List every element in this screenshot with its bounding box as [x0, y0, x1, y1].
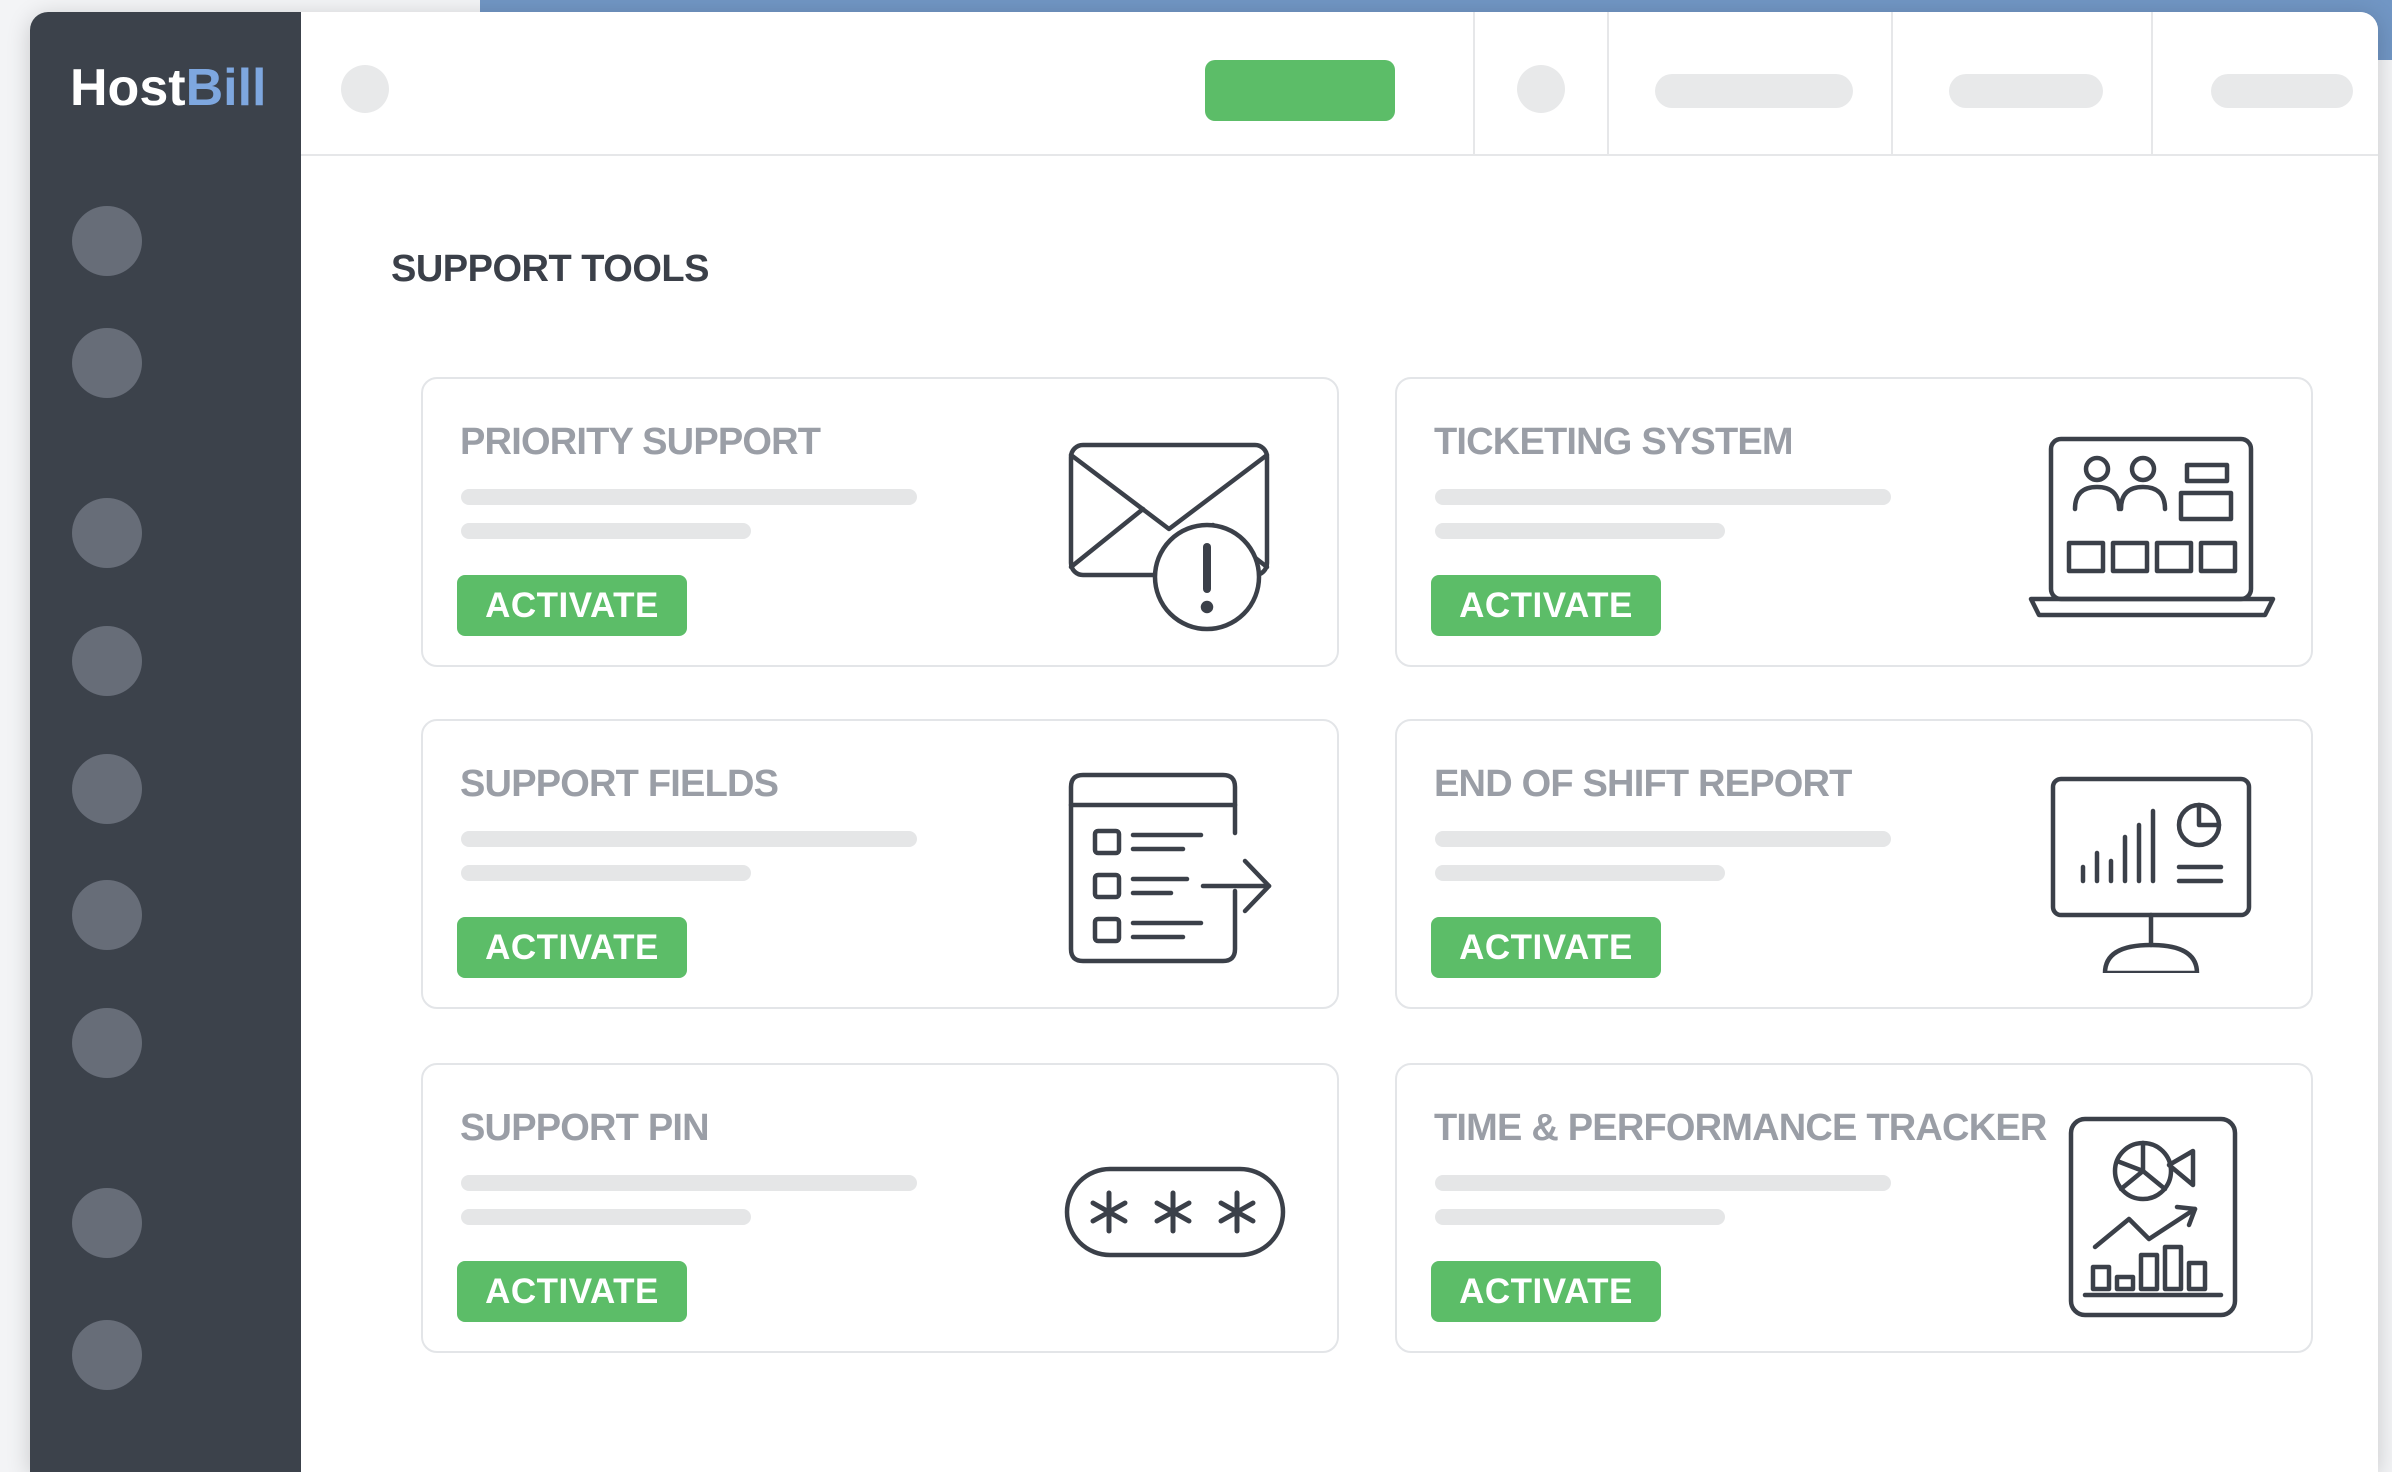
activate-ticketing-system-button[interactable]: ACTIVATE	[1431, 575, 1661, 636]
sidebar-nav-item-4[interactable]	[72, 626, 142, 696]
card-title: END OF SHIFT REPORT	[1434, 763, 1852, 805]
sidebar-nav-item-7[interactable]	[72, 1008, 142, 1078]
activate-priority-support-button[interactable]: ACTIVATE	[457, 575, 687, 636]
card-title: PRIORITY SUPPORT	[460, 421, 821, 463]
placeholder-text-line	[461, 1175, 917, 1191]
activate-support-fields-button[interactable]: ACTIVATE	[457, 917, 687, 978]
placeholder-text-line	[1435, 523, 1725, 539]
logo-text-host: Host	[70, 59, 186, 117]
card-time-performance-tracker: TIME & PERFORMANCE TRACKER ACTIVATE	[1395, 1063, 2313, 1353]
section-title: SUPPORT TOOLS	[391, 248, 709, 290]
card-ticketing-system: TICKETING SYSTEM ACTIVATE	[1395, 377, 2313, 667]
card-title: TIME & PERFORMANCE TRACKER	[1434, 1107, 2047, 1149]
activate-time-performance-tracker-button[interactable]: ACTIVATE	[1431, 1261, 1661, 1322]
card-end-of-shift-report: END OF SHIFT REPORT ACTIVATE	[1395, 719, 2313, 1009]
topbar-menu-placeholder[interactable]	[341, 65, 389, 113]
card-support-fields: SUPPORT FIELDS ACTIVATE	[421, 719, 1339, 1009]
sidebar-nav-item-5[interactable]	[72, 754, 142, 824]
placeholder-text-line	[1435, 1209, 1725, 1225]
sidebar-nav-item-9[interactable]	[72, 1320, 142, 1390]
laptop-kanban-icon	[2027, 435, 2277, 635]
topbar-icon-placeholder[interactable]	[1517, 65, 1565, 113]
placeholder-text-line	[1435, 1175, 1891, 1191]
card-title: TICKETING SYSTEM	[1434, 421, 1794, 463]
card-title: SUPPORT PIN	[460, 1107, 710, 1149]
topbar-menu-item-2[interactable]	[1949, 74, 2103, 108]
topbar-divider	[1473, 12, 1475, 154]
sidebar-nav-item-1[interactable]	[72, 206, 142, 276]
placeholder-text-line	[1435, 489, 1891, 505]
placeholder-text-line	[461, 1209, 751, 1225]
placeholder-text-line	[1435, 831, 1891, 847]
sidebar-nav-item-3[interactable]	[72, 498, 142, 568]
activate-end-of-shift-report-button[interactable]: ACTIVATE	[1431, 917, 1661, 978]
envelope-alert-icon	[1063, 429, 1273, 639]
activate-support-pin-button[interactable]: ACTIVATE	[457, 1261, 687, 1322]
placeholder-text-line	[461, 831, 917, 847]
sidebar-nav-item-8[interactable]	[72, 1188, 142, 1258]
placeholder-text-line	[1435, 865, 1725, 881]
hostbill-logo[interactable]: HostBill	[70, 58, 266, 118]
pin-password-icon	[1063, 1165, 1289, 1265]
topbar-divider	[2151, 12, 2153, 154]
main-content: SUPPORT TOOLS PRIORITY SUPPORT ACTIVATE	[301, 12, 2378, 1472]
top-bar	[301, 12, 2378, 156]
sidebar-nav-item-2[interactable]	[72, 328, 142, 398]
topbar-divider	[1891, 12, 1893, 154]
sidebar: HostBill	[30, 12, 301, 1472]
topbar-divider	[1607, 12, 1609, 154]
app-window: HostBill SUPPORT TOOLS PRIORITY SUPPORT	[30, 12, 2378, 1472]
topbar-menu-item-1[interactable]	[1655, 74, 1853, 108]
placeholder-text-line	[461, 523, 751, 539]
card-support-pin: SUPPORT PIN ACTIVATE	[421, 1063, 1339, 1353]
monitor-chart-icon	[2047, 773, 2257, 973]
topbar-primary-button[interactable]	[1205, 60, 1395, 121]
topbar-menu-item-3[interactable]	[2211, 74, 2353, 108]
logo-text-bill: Bill	[185, 59, 267, 117]
card-title: SUPPORT FIELDS	[460, 763, 779, 805]
tablet-analytics-icon	[2065, 1115, 2241, 1321]
card-priority-support: PRIORITY SUPPORT ACTIVATE	[421, 377, 1339, 667]
placeholder-text-line	[461, 865, 751, 881]
sidebar-nav-item-6[interactable]	[72, 880, 142, 950]
form-checklist-icon	[1067, 771, 1277, 971]
placeholder-text-line	[461, 489, 917, 505]
